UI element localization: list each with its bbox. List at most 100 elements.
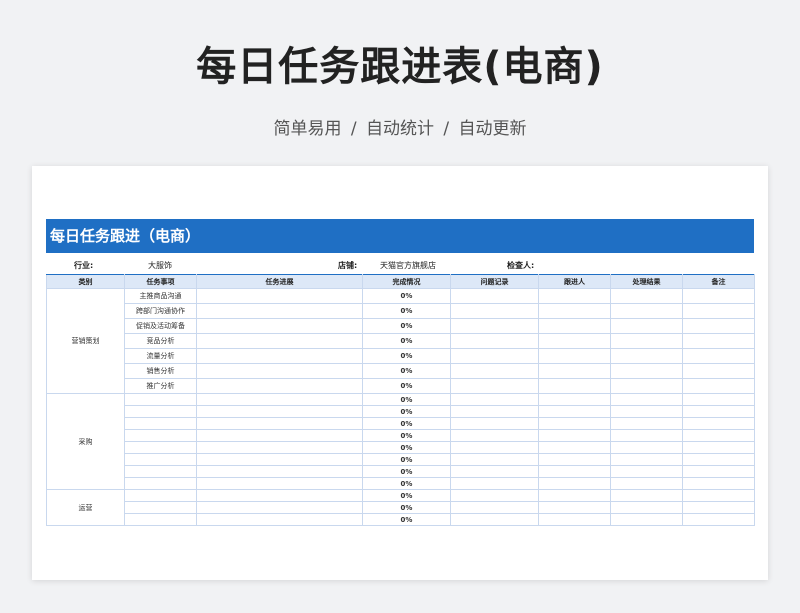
- issues-cell[interactable]: [450, 441, 539, 454]
- completion-cell[interactable]: 0%: [362, 378, 451, 394]
- result-cell[interactable]: [610, 333, 683, 349]
- task-cell[interactable]: 主推商品沟通: [124, 288, 197, 304]
- task-cell[interactable]: [124, 501, 197, 514]
- completion-cell[interactable]: 0%: [362, 348, 451, 364]
- task-cell[interactable]: [124, 405, 197, 418]
- result-cell[interactable]: [610, 417, 683, 430]
- follower-cell[interactable]: [538, 405, 611, 418]
- result-cell[interactable]: [610, 363, 683, 379]
- completion-cell[interactable]: 0%: [362, 405, 451, 418]
- result-cell[interactable]: [610, 441, 683, 454]
- category-cell[interactable]: 采购: [46, 393, 125, 490]
- completion-cell[interactable]: 0%: [362, 363, 451, 379]
- note-cell[interactable]: [682, 441, 755, 454]
- completion-cell[interactable]: 0%: [362, 489, 451, 502]
- note-cell[interactable]: [682, 453, 755, 466]
- progress-cell[interactable]: [196, 513, 363, 526]
- completion-cell[interactable]: 0%: [362, 288, 451, 304]
- follower-cell[interactable]: [538, 333, 611, 349]
- result-cell[interactable]: [610, 489, 683, 502]
- issues-cell[interactable]: [450, 348, 539, 364]
- completion-cell[interactable]: 0%: [362, 318, 451, 334]
- result-cell[interactable]: [610, 513, 683, 526]
- issues-cell[interactable]: [450, 363, 539, 379]
- progress-cell[interactable]: [196, 303, 363, 319]
- completion-cell[interactable]: 0%: [362, 513, 451, 526]
- issues-cell[interactable]: [450, 393, 539, 406]
- note-cell[interactable]: [682, 318, 755, 334]
- task-cell[interactable]: 销售分析: [124, 363, 197, 379]
- task-cell[interactable]: [124, 441, 197, 454]
- result-cell[interactable]: [610, 378, 683, 394]
- progress-cell[interactable]: [196, 477, 363, 490]
- result-cell[interactable]: [610, 393, 683, 406]
- completion-cell[interactable]: 0%: [362, 417, 451, 430]
- progress-cell[interactable]: [196, 405, 363, 418]
- issues-cell[interactable]: [450, 333, 539, 349]
- result-cell[interactable]: [610, 288, 683, 304]
- progress-cell[interactable]: [196, 429, 363, 442]
- progress-cell[interactable]: [196, 348, 363, 364]
- follower-cell[interactable]: [538, 378, 611, 394]
- result-cell[interactable]: [610, 429, 683, 442]
- completion-cell[interactable]: 0%: [362, 465, 451, 478]
- result-cell[interactable]: [610, 348, 683, 364]
- progress-cell[interactable]: [196, 489, 363, 502]
- completion-cell[interactable]: 0%: [362, 441, 451, 454]
- result-cell[interactable]: [610, 465, 683, 478]
- follower-cell[interactable]: [538, 393, 611, 406]
- completion-cell[interactable]: 0%: [362, 453, 451, 466]
- follower-cell[interactable]: [538, 288, 611, 304]
- task-cell[interactable]: 竞品分析: [124, 333, 197, 349]
- progress-cell[interactable]: [196, 441, 363, 454]
- follower-cell[interactable]: [538, 477, 611, 490]
- issues-cell[interactable]: [450, 489, 539, 502]
- progress-cell[interactable]: [196, 417, 363, 430]
- progress-cell[interactable]: [196, 288, 363, 304]
- progress-cell[interactable]: [196, 318, 363, 334]
- task-cell[interactable]: [124, 417, 197, 430]
- note-cell[interactable]: [682, 417, 755, 430]
- task-cell[interactable]: 流量分析: [124, 348, 197, 364]
- category-cell[interactable]: 运营: [46, 489, 125, 526]
- follower-cell[interactable]: [538, 501, 611, 514]
- note-cell[interactable]: [682, 405, 755, 418]
- result-cell[interactable]: [610, 405, 683, 418]
- completion-cell[interactable]: 0%: [362, 393, 451, 406]
- follower-cell[interactable]: [538, 513, 611, 526]
- follower-cell[interactable]: [538, 429, 611, 442]
- category-cell[interactable]: 营销策划: [46, 288, 125, 394]
- task-cell[interactable]: [124, 393, 197, 406]
- note-cell[interactable]: [682, 348, 755, 364]
- note-cell[interactable]: [682, 288, 755, 304]
- task-cell[interactable]: [124, 477, 197, 490]
- note-cell[interactable]: [682, 393, 755, 406]
- follower-cell[interactable]: [538, 303, 611, 319]
- task-cell[interactable]: [124, 489, 197, 502]
- issues-cell[interactable]: [450, 453, 539, 466]
- issues-cell[interactable]: [450, 405, 539, 418]
- follower-cell[interactable]: [538, 363, 611, 379]
- follower-cell[interactable]: [538, 348, 611, 364]
- note-cell[interactable]: [682, 303, 755, 319]
- progress-cell[interactable]: [196, 333, 363, 349]
- note-cell[interactable]: [682, 501, 755, 514]
- task-cell[interactable]: 跨部门沟通协作: [124, 303, 197, 319]
- completion-cell[interactable]: 0%: [362, 477, 451, 490]
- progress-cell[interactable]: [196, 363, 363, 379]
- follower-cell[interactable]: [538, 417, 611, 430]
- progress-cell[interactable]: [196, 453, 363, 466]
- note-cell[interactable]: [682, 513, 755, 526]
- task-cell[interactable]: [124, 429, 197, 442]
- note-cell[interactable]: [682, 363, 755, 379]
- note-cell[interactable]: [682, 429, 755, 442]
- completion-cell[interactable]: 0%: [362, 501, 451, 514]
- issues-cell[interactable]: [450, 465, 539, 478]
- progress-cell[interactable]: [196, 378, 363, 394]
- follower-cell[interactable]: [538, 489, 611, 502]
- follower-cell[interactable]: [538, 465, 611, 478]
- completion-cell[interactable]: 0%: [362, 303, 451, 319]
- result-cell[interactable]: [610, 318, 683, 334]
- task-cell[interactable]: 推广分析: [124, 378, 197, 394]
- follower-cell[interactable]: [538, 453, 611, 466]
